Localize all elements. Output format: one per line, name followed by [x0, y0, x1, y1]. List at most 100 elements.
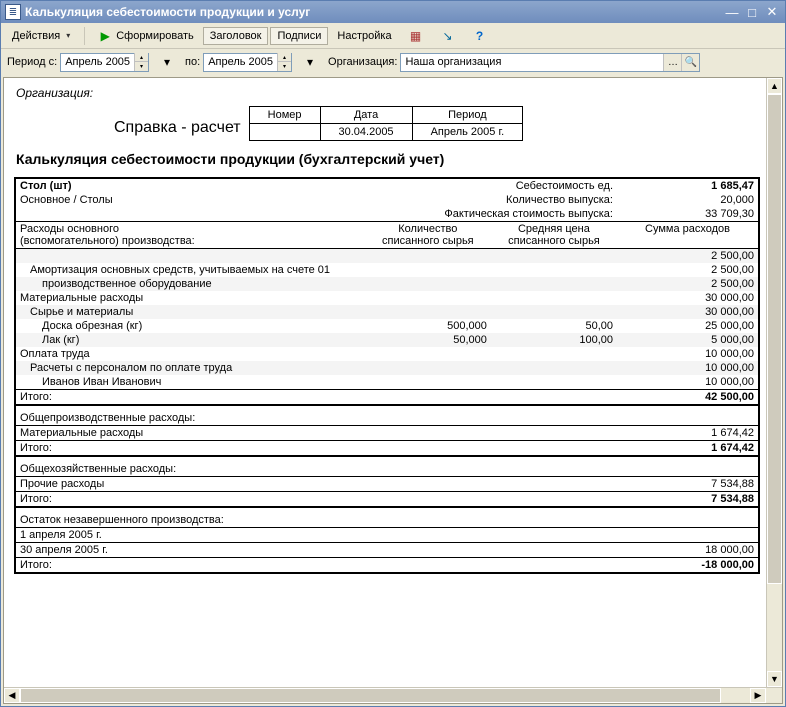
fact-label: Фактическая стоимость выпуска:	[365, 207, 617, 222]
row8: Оплата труда	[16, 347, 617, 361]
row12: Прочие расходы	[16, 477, 617, 492]
scroll-track-h[interactable]	[20, 688, 750, 703]
org-header: Организация:	[16, 86, 760, 100]
period-from-spin[interactable]: ▴▾	[134, 53, 148, 71]
help-icon: ?	[472, 28, 488, 44]
period-to-cal[interactable]: ▾	[295, 51, 325, 73]
tool-button-2[interactable]: ↘	[433, 25, 463, 47]
period-to-value: Апрель 2005	[204, 56, 277, 68]
col3: Средняя цена списанного сырья	[491, 222, 617, 249]
tool-button-1[interactable]: ▦	[401, 25, 431, 47]
spravka-label: Справка - расчет	[114, 119, 249, 141]
row8v: 10 000,00	[617, 347, 758, 361]
col2: Количество списанного сырья	[365, 222, 491, 249]
row10: Иванов Иван Иванович	[16, 375, 617, 390]
scrollbar-vertical[interactable]: ▲ ▼	[766, 78, 782, 687]
header-table: Номер Дата Период 30.04.2005 Апрель 2005…	[249, 106, 524, 141]
org-label: Организация:	[328, 56, 397, 68]
play-icon: ▶	[97, 28, 113, 44]
header-toggle[interactable]: Заголовок	[203, 27, 269, 45]
row1v: 2 500,00	[617, 249, 758, 264]
org-pick-button[interactable]: …	[663, 54, 681, 71]
row13v	[617, 528, 758, 543]
col4: Сумма расходов	[617, 222, 758, 249]
row7: Лак (кг)	[16, 333, 365, 347]
row5: Сырье и материалы	[16, 305, 617, 319]
hdr-period-val: Апрель 2005 г.	[412, 124, 523, 141]
calendar-icon: ▾	[159, 54, 175, 70]
report-title: Калькуляция себестоимости продукции (бух…	[16, 151, 760, 167]
col3a: Средняя цена	[518, 223, 590, 235]
titlebar: ≣ Калькуляция себестоимости продукции и …	[1, 1, 785, 23]
sec4: Остаток незавершенного производства:	[16, 513, 758, 528]
signatures-toggle[interactable]: Подписи	[270, 27, 328, 45]
scrollbar-horizontal[interactable]: ◀ ▶	[4, 687, 782, 703]
fact: 33 709,30	[617, 207, 758, 222]
scroll-thumb-h[interactable]	[20, 688, 721, 703]
row9: Расчеты с персоналом по оплате труда	[16, 361, 617, 375]
unit-cost-label: Себестоимость ед.	[365, 179, 617, 193]
report-area: Организация: Справка - расчет Номер Дата…	[3, 77, 783, 704]
row9v: 10 000,00	[617, 361, 758, 375]
col1a: Расходы основного	[20, 223, 119, 235]
form-button[interactable]: ▶ Сформировать	[90, 25, 201, 47]
period-from-label: Период с:	[7, 56, 57, 68]
sec3: Общехозяйственные расходы:	[16, 462, 758, 477]
row14v: 18 000,00	[617, 543, 758, 558]
period-from-field[interactable]: Апрель 2005 ▴▾	[60, 53, 149, 72]
period-to-spin[interactable]: ▴▾	[277, 53, 291, 71]
col3b: списанного сырья	[508, 235, 600, 247]
row11: Материальные расходы	[16, 426, 617, 441]
col1: Расходы основного (вспомогательного) про…	[16, 222, 365, 249]
scroll-down-button[interactable]: ▼	[767, 671, 782, 687]
row4: Материальные расходы	[16, 291, 617, 305]
hdr-num-val	[249, 124, 320, 141]
row5v: 30 000,00	[617, 305, 758, 319]
row11v: 1 674,42	[617, 426, 758, 441]
qty-label: Количество выпуска:	[365, 193, 617, 207]
filter-bar: Период с: Апрель 2005 ▴▾ ▾ по: Апрель 20…	[1, 49, 785, 75]
actions-menu[interactable]: Действия ▾	[5, 27, 80, 45]
app-icon: ≣	[5, 4, 21, 20]
report-table: Стол (шт) Себестоимость ед. 1 685,47 Осн…	[14, 177, 760, 574]
col2a: Количество	[398, 223, 457, 235]
toolbar: Действия ▾ ▶ Сформировать Заголовок Подп…	[1, 23, 785, 49]
help-button[interactable]: ?	[465, 25, 495, 47]
row2v: 2 500,00	[617, 263, 758, 277]
itog4: -18 000,00	[617, 558, 758, 573]
scroll-track-v[interactable]	[767, 94, 782, 671]
scroll-up-button[interactable]: ▲	[767, 78, 782, 94]
col1b: (вспомогательного) производства:	[20, 235, 195, 247]
period-from-cal[interactable]: ▾	[152, 51, 182, 73]
calendar-icon: ▾	[302, 54, 318, 70]
period-to-field[interactable]: Апрель 2005 ▴▾	[203, 53, 292, 72]
arrow-icon: ↘	[440, 28, 456, 44]
qty: 20,000	[617, 193, 758, 207]
itog1l: Итого:	[16, 390, 617, 406]
maximize-button[interactable]: □	[743, 4, 761, 20]
form-label: Сформировать	[116, 30, 194, 42]
dropdown-icon: ▾	[63, 31, 73, 40]
actions-label: Действия	[12, 30, 60, 42]
scroll-thumb-v[interactable]	[767, 94, 782, 584]
window-title: Калькуляция себестоимости продукции и ус…	[25, 5, 721, 19]
hdr-date-val: 30.04.2005	[320, 124, 412, 141]
minimize-button[interactable]: —	[723, 4, 741, 20]
org-field[interactable]: Наша организация … 🔍	[400, 53, 700, 72]
scroll-left-button[interactable]: ◀	[4, 688, 20, 703]
row7q: 50,000	[365, 333, 491, 347]
close-button[interactable]: ✕	[763, 4, 781, 20]
scroll-corner	[766, 688, 782, 703]
col2b: списанного сырья	[382, 235, 474, 247]
period-to-label: по:	[185, 56, 200, 68]
itog2l: Итого:	[16, 441, 617, 457]
itog3l: Итого:	[16, 492, 617, 508]
scroll-right-button[interactable]: ▶	[750, 688, 766, 703]
settings-button[interactable]: Настройка	[330, 27, 398, 45]
hdr-date: Дата	[320, 107, 412, 124]
period-from-value: Апрель 2005	[61, 56, 134, 68]
org-search-button[interactable]: 🔍	[681, 54, 699, 71]
row4v: 30 000,00	[617, 291, 758, 305]
itog3: 7 534,88	[617, 492, 758, 508]
sec2: Общепроизводственные расходы:	[16, 411, 758, 426]
